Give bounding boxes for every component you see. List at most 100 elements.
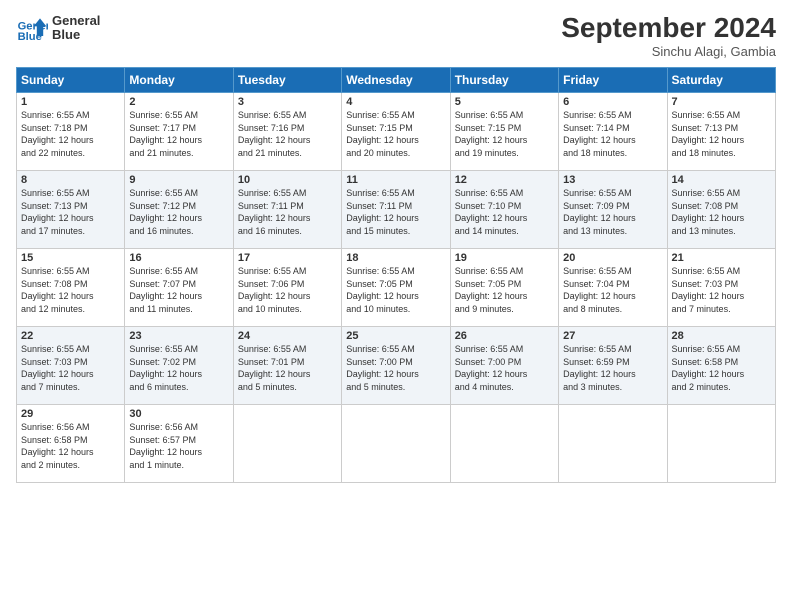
weekday-header: Friday (559, 68, 667, 93)
day-number: 8 (21, 174, 120, 186)
weekday-header: Monday (125, 68, 233, 93)
day-number: 3 (238, 96, 337, 108)
day-number: 1 (21, 96, 120, 108)
calendar-week-row: 15Sunrise: 6:55 AM Sunset: 7:08 PM Dayli… (17, 249, 776, 327)
day-number: 18 (346, 252, 445, 264)
day-number: 29 (21, 408, 120, 420)
day-info: Sunrise: 6:55 AM Sunset: 7:15 PM Dayligh… (455, 109, 554, 159)
day-number: 11 (346, 174, 445, 186)
calendar-cell: 10Sunrise: 6:55 AM Sunset: 7:11 PM Dayli… (233, 171, 341, 249)
day-number: 15 (21, 252, 120, 264)
day-info: Sunrise: 6:55 AM Sunset: 7:08 PM Dayligh… (21, 265, 120, 315)
calendar-week-row: 8Sunrise: 6:55 AM Sunset: 7:13 PM Daylig… (17, 171, 776, 249)
day-info: Sunrise: 6:55 AM Sunset: 7:13 PM Dayligh… (672, 109, 771, 159)
day-number: 13 (563, 174, 662, 186)
calendar-cell: 17Sunrise: 6:55 AM Sunset: 7:06 PM Dayli… (233, 249, 341, 327)
day-info: Sunrise: 6:55 AM Sunset: 7:00 PM Dayligh… (455, 343, 554, 393)
day-info: Sunrise: 6:55 AM Sunset: 7:04 PM Dayligh… (563, 265, 662, 315)
calendar-cell: 29Sunrise: 6:56 AM Sunset: 6:58 PM Dayli… (17, 405, 125, 483)
day-number: 28 (672, 330, 771, 342)
day-number: 19 (455, 252, 554, 264)
month-title: September 2024 (561, 12, 776, 44)
day-number: 10 (238, 174, 337, 186)
calendar-cell: 8Sunrise: 6:55 AM Sunset: 7:13 PM Daylig… (17, 171, 125, 249)
location: Sinchu Alagi, Gambia (561, 44, 776, 59)
calendar-cell (450, 405, 558, 483)
calendar-cell (559, 405, 667, 483)
day-number: 12 (455, 174, 554, 186)
day-info: Sunrise: 6:55 AM Sunset: 7:02 PM Dayligh… (129, 343, 228, 393)
day-info: Sunrise: 6:55 AM Sunset: 7:12 PM Dayligh… (129, 187, 228, 237)
day-number: 21 (672, 252, 771, 264)
day-info: Sunrise: 6:55 AM Sunset: 7:03 PM Dayligh… (21, 343, 120, 393)
day-info: Sunrise: 6:55 AM Sunset: 7:11 PM Dayligh… (346, 187, 445, 237)
calendar-cell: 7Sunrise: 6:55 AM Sunset: 7:13 PM Daylig… (667, 93, 775, 171)
day-info: Sunrise: 6:55 AM Sunset: 7:17 PM Dayligh… (129, 109, 228, 159)
day-info: Sunrise: 6:56 AM Sunset: 6:58 PM Dayligh… (21, 421, 120, 471)
calendar-week-row: 1Sunrise: 6:55 AM Sunset: 7:18 PM Daylig… (17, 93, 776, 171)
calendar-cell (233, 405, 341, 483)
calendar-cell: 21Sunrise: 6:55 AM Sunset: 7:03 PM Dayli… (667, 249, 775, 327)
day-number: 2 (129, 96, 228, 108)
day-number: 9 (129, 174, 228, 186)
logo-icon: General Blue (16, 12, 48, 44)
calendar-cell: 16Sunrise: 6:55 AM Sunset: 7:07 PM Dayli… (125, 249, 233, 327)
calendar-cell: 15Sunrise: 6:55 AM Sunset: 7:08 PM Dayli… (17, 249, 125, 327)
day-info: Sunrise: 6:55 AM Sunset: 7:18 PM Dayligh… (21, 109, 120, 159)
day-info: Sunrise: 6:55 AM Sunset: 7:05 PM Dayligh… (455, 265, 554, 315)
calendar-cell: 5Sunrise: 6:55 AM Sunset: 7:15 PM Daylig… (450, 93, 558, 171)
day-info: Sunrise: 6:55 AM Sunset: 7:07 PM Dayligh… (129, 265, 228, 315)
day-info: Sunrise: 6:55 AM Sunset: 7:05 PM Dayligh… (346, 265, 445, 315)
calendar-cell: 14Sunrise: 6:55 AM Sunset: 7:08 PM Dayli… (667, 171, 775, 249)
calendar-cell: 11Sunrise: 6:55 AM Sunset: 7:11 PM Dayli… (342, 171, 450, 249)
calendar-cell: 12Sunrise: 6:55 AM Sunset: 7:10 PM Dayli… (450, 171, 558, 249)
day-info: Sunrise: 6:55 AM Sunset: 7:13 PM Dayligh… (21, 187, 120, 237)
calendar-cell: 13Sunrise: 6:55 AM Sunset: 7:09 PM Dayli… (559, 171, 667, 249)
calendar-cell (342, 405, 450, 483)
calendar-cell: 19Sunrise: 6:55 AM Sunset: 7:05 PM Dayli… (450, 249, 558, 327)
day-number: 23 (129, 330, 228, 342)
day-info: Sunrise: 6:55 AM Sunset: 7:11 PM Dayligh… (238, 187, 337, 237)
day-number: 4 (346, 96, 445, 108)
calendar-week-row: 29Sunrise: 6:56 AM Sunset: 6:58 PM Dayli… (17, 405, 776, 483)
calendar-cell: 28Sunrise: 6:55 AM Sunset: 6:58 PM Dayli… (667, 327, 775, 405)
calendar-cell: 30Sunrise: 6:56 AM Sunset: 6:57 PM Dayli… (125, 405, 233, 483)
day-number: 14 (672, 174, 771, 186)
day-info: Sunrise: 6:55 AM Sunset: 7:01 PM Dayligh… (238, 343, 337, 393)
day-info: Sunrise: 6:55 AM Sunset: 7:03 PM Dayligh… (672, 265, 771, 315)
calendar-table: SundayMondayTuesdayWednesdayThursdayFrid… (16, 67, 776, 483)
day-info: Sunrise: 6:55 AM Sunset: 6:58 PM Dayligh… (672, 343, 771, 393)
logo-line1: General (52, 14, 100, 28)
page-header: General Blue General Blue September 2024… (16, 12, 776, 59)
calendar-cell: 3Sunrise: 6:55 AM Sunset: 7:16 PM Daylig… (233, 93, 341, 171)
calendar-cell: 24Sunrise: 6:55 AM Sunset: 7:01 PM Dayli… (233, 327, 341, 405)
weekday-header: Thursday (450, 68, 558, 93)
day-number: 30 (129, 408, 228, 420)
calendar-cell: 9Sunrise: 6:55 AM Sunset: 7:12 PM Daylig… (125, 171, 233, 249)
calendar-cell: 27Sunrise: 6:55 AM Sunset: 6:59 PM Dayli… (559, 327, 667, 405)
weekday-header: Saturday (667, 68, 775, 93)
day-number: 17 (238, 252, 337, 264)
day-number: 16 (129, 252, 228, 264)
day-info: Sunrise: 6:55 AM Sunset: 7:00 PM Dayligh… (346, 343, 445, 393)
calendar-cell: 25Sunrise: 6:55 AM Sunset: 7:00 PM Dayli… (342, 327, 450, 405)
calendar-cell: 23Sunrise: 6:55 AM Sunset: 7:02 PM Dayli… (125, 327, 233, 405)
calendar-cell: 6Sunrise: 6:55 AM Sunset: 7:14 PM Daylig… (559, 93, 667, 171)
day-info: Sunrise: 6:55 AM Sunset: 7:10 PM Dayligh… (455, 187, 554, 237)
logo-text: General Blue (52, 14, 100, 43)
day-number: 27 (563, 330, 662, 342)
calendar-cell: 4Sunrise: 6:55 AM Sunset: 7:15 PM Daylig… (342, 93, 450, 171)
calendar-cell: 2Sunrise: 6:55 AM Sunset: 7:17 PM Daylig… (125, 93, 233, 171)
logo: General Blue General Blue (16, 12, 100, 44)
day-info: Sunrise: 6:55 AM Sunset: 7:15 PM Dayligh… (346, 109, 445, 159)
day-number: 6 (563, 96, 662, 108)
weekday-header-row: SundayMondayTuesdayWednesdayThursdayFrid… (17, 68, 776, 93)
calendar-cell: 22Sunrise: 6:55 AM Sunset: 7:03 PM Dayli… (17, 327, 125, 405)
day-number: 24 (238, 330, 337, 342)
calendar-cell: 20Sunrise: 6:55 AM Sunset: 7:04 PM Dayli… (559, 249, 667, 327)
calendar-cell: 1Sunrise: 6:55 AM Sunset: 7:18 PM Daylig… (17, 93, 125, 171)
day-info: Sunrise: 6:55 AM Sunset: 7:16 PM Dayligh… (238, 109, 337, 159)
weekday-header: Sunday (17, 68, 125, 93)
calendar-cell: 26Sunrise: 6:55 AM Sunset: 7:00 PM Dayli… (450, 327, 558, 405)
day-info: Sunrise: 6:55 AM Sunset: 7:09 PM Dayligh… (563, 187, 662, 237)
